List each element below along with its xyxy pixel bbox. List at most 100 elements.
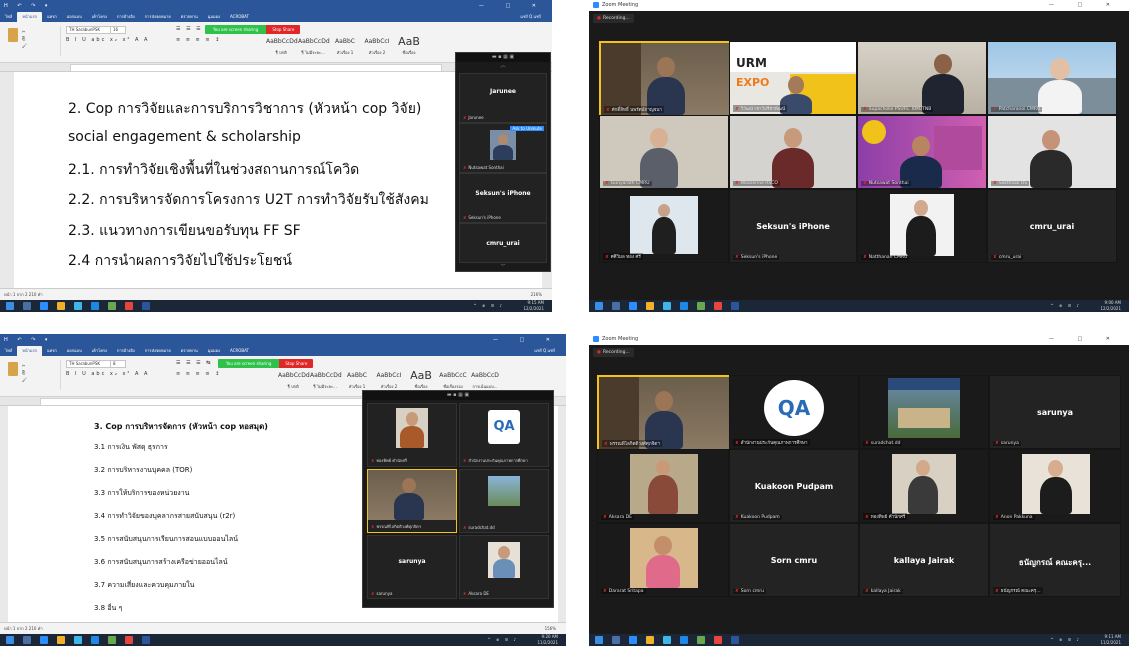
- start-icon[interactable]: [595, 636, 603, 644]
- participant-tile[interactable]: URM EXPO ✘ วิวัฒน์ เชาว์ปรีชาพัฒน์: [729, 41, 857, 115]
- style-item[interactable]: AaBbCcD การเน้นแบบ...: [470, 370, 500, 392]
- system-clock[interactable]: ^ ⊕ ☰ ♪ 9:00 AM 12/2/2021: [1050, 300, 1121, 312]
- tray-icons[interactable]: ^ ⊕ ☰ ♪: [473, 303, 504, 309]
- tab-insert[interactable]: แทรก: [42, 12, 62, 22]
- font-size-box[interactable]: 16: [110, 26, 126, 34]
- mail-icon[interactable]: [680, 302, 688, 310]
- stop-share-button[interactable]: Stop Share: [279, 359, 314, 368]
- zoom-gallery-panel[interactable]: ▬ ▪ ▦ ▣ ︿ Jarunee ✘ Jarunee Ask to Unmute…: [455, 52, 551, 272]
- quick-access-toolbar[interactable]: H ↶ ↷ ▾: [4, 0, 51, 12]
- paste-icon[interactable]: [8, 28, 18, 42]
- zoom-level[interactable]: 156%: [545, 623, 556, 634]
- panel-tile[interactable]: ✘ Aksara DE: [459, 535, 549, 599]
- panel-tile[interactable]: Ask to Unmute ✘ Nutsawat Sonthai: [459, 123, 547, 173]
- paragraph-row-2[interactable]: ≡ ≡ ≡ ≡ ↕: [176, 37, 221, 43]
- app-icon[interactable]: [697, 636, 705, 644]
- zoom-app-icon[interactable]: [40, 302, 48, 310]
- start-icon[interactable]: [6, 636, 14, 644]
- tab-acrobat[interactable]: ACROBAT: [225, 346, 254, 356]
- zoom-gallery-panel[interactable]: ▬ ▪ ▦ ▣ ✘ ทองทิพย์ คำนักศรี QA ✘ สำนักงานป…: [362, 390, 554, 608]
- participant-tile[interactable]: ✘ ทองทิพย์ คำนักศรี: [859, 449, 989, 523]
- edge-icon[interactable]: [74, 302, 82, 310]
- tab-layout[interactable]: เค้าโครง: [87, 12, 112, 22]
- word-icon[interactable]: [731, 636, 739, 644]
- zoom-app-icon[interactable]: [629, 636, 637, 644]
- mail-icon[interactable]: [91, 302, 99, 310]
- participant-tile[interactable]: ✘ Wasserine RSCO: [729, 115, 857, 189]
- stop-share-button[interactable]: Stop Share: [266, 25, 301, 34]
- start-icon[interactable]: [6, 302, 14, 310]
- style-item[interactable]: AaBbCcDd ¶ ปกติ: [266, 36, 298, 58]
- style-item[interactable]: AaBbCcDd ¶ ไม่มีระยะ...: [298, 36, 330, 58]
- paragraph-row-1[interactable]: ☰ ☰ ☰ ↹: [176, 360, 212, 366]
- file-explorer-icon[interactable]: [646, 302, 654, 310]
- font-name-box[interactable]: TH SarabunPSK: [66, 360, 112, 368]
- task-view-icon[interactable]: [23, 636, 31, 644]
- panel-tile[interactable]: cmru_urai: [459, 223, 547, 263]
- file-explorer-icon[interactable]: [57, 302, 65, 310]
- panel-tile[interactable]: ✘ suradchat.dd: [459, 469, 549, 533]
- tab-review[interactable]: ตรวจทาน: [176, 12, 203, 22]
- style-item[interactable]: AaBbCcC ชื่อเรื่องรอง: [438, 370, 468, 392]
- participant-tile[interactable]: ✘ Natthanan CMRU: [857, 189, 987, 263]
- style-item[interactable]: AaBbC หัวเรื่อง 1: [330, 36, 360, 58]
- tab-mailings[interactable]: การส่งจดหมาย: [140, 12, 176, 22]
- participant-tile[interactable]: ✘ พรรณพิไลกิตติวงศ์ศุภจิตฯ: [597, 375, 731, 451]
- start-icon[interactable]: [595, 302, 603, 310]
- zoom-level[interactable]: 216%: [531, 289, 542, 300]
- ask-to-unmute-button[interactable]: Ask to Unmute: [510, 126, 544, 131]
- system-clock[interactable]: ^ ⊕ ☰ ♪ 9:20 AM 11/2/2021: [487, 634, 558, 646]
- zoom-app-icon[interactable]: [40, 636, 48, 644]
- participant-tile[interactable]: ✘ Supachoke PSUFE. KMUTNB: [857, 41, 987, 115]
- app-icon[interactable]: [697, 302, 705, 310]
- participant-tile[interactable]: ✘ Aksara DE: [597, 449, 729, 523]
- paragraph-row-2[interactable]: ≡ ≡ ≡ ≡ ↕: [176, 371, 221, 377]
- tray-icons[interactable]: ^ ⊕ ☰ ♪: [1050, 303, 1081, 309]
- tab-layout[interactable]: เค้าโครง: [87, 346, 112, 356]
- edge-icon[interactable]: [74, 636, 82, 644]
- share-link[interactable]: แชร์ Q แชร์: [529, 346, 560, 356]
- mail-icon[interactable]: [680, 636, 688, 644]
- chrome-icon[interactable]: [125, 636, 133, 644]
- panel-tile-active[interactable]: ✘ พรรณพิไลกิตติวงศ์ศุภจิตฯ: [367, 469, 457, 533]
- system-clock[interactable]: ^ ⊕ ☰ ♪ 9:15 AM 12/2/2021: [473, 300, 544, 312]
- app-icon[interactable]: [108, 636, 116, 644]
- zoom-app-icon[interactable]: [629, 302, 637, 310]
- tab-mailings[interactable]: การส่งจดหมาย: [140, 346, 176, 356]
- file-explorer-icon[interactable]: [646, 636, 654, 644]
- tray-icons[interactable]: ^ ⊕ ☰ ♪: [487, 637, 518, 643]
- participant-tile[interactable]: sarunya ✘ sarunya: [989, 375, 1121, 449]
- window-controls[interactable]: — □ ✕: [479, 0, 546, 12]
- word-icon[interactable]: [142, 636, 150, 644]
- font-name-box[interactable]: TH SarabunPSK: [66, 26, 112, 34]
- participant-tile[interactable]: kallaya Jairak ✘ kallaya Jairak: [859, 523, 989, 597]
- tab-insert[interactable]: แทรก: [42, 346, 62, 356]
- tab-references[interactable]: การอ้างอิง: [112, 346, 140, 356]
- participant-tile[interactable]: ✘ Gunyarath CMRU: [599, 115, 729, 189]
- font-format-row[interactable]: B I U abc x₂ x² A A: [66, 371, 149, 377]
- tab-review[interactable]: ตรวจทาน: [176, 346, 203, 356]
- window-controls[interactable]: — □ ✕: [1049, 334, 1121, 345]
- participant-tile[interactable]: ✘ suradchat.dd: [859, 375, 989, 449]
- panel-tile[interactable]: Jarunee ✘ Jarunee: [459, 73, 547, 123]
- participant-tile[interactable]: ✘ Anon Pakkuna: [989, 449, 1121, 523]
- participant-tile[interactable]: Kuakoon Pudpam ✘ Kuakoon Pudpam: [729, 449, 859, 523]
- panel-toolbar[interactable]: ▬ ▪ ▦ ▣: [363, 391, 553, 400]
- tab-home[interactable]: หน้าแรก: [17, 346, 43, 356]
- tab-view[interactable]: มุมมอง: [203, 12, 225, 22]
- scroll-up-icon[interactable]: ︿: [456, 62, 550, 71]
- file-explorer-icon[interactable]: [57, 636, 65, 644]
- task-view-icon[interactable]: [612, 636, 620, 644]
- window-controls[interactable]: — □ ✕: [1049, 0, 1121, 11]
- chrome-icon[interactable]: [125, 302, 133, 310]
- task-view-icon[interactable]: [612, 302, 620, 310]
- panel-tile[interactable]: ✘ ทองทิพย์ คำนักศรี: [367, 403, 457, 467]
- style-item[interactable]: AaBbC หัวเรื่อง 1: [342, 370, 372, 392]
- participant-tile[interactable]: ✘ Patcharanoi CMRU: [987, 41, 1117, 115]
- participant-tile[interactable]: QA ✘ สำนักงานประกันคุณภาพการศึกษา: [729, 375, 859, 449]
- style-item[interactable]: AaB ชื่อเรื่อง: [394, 36, 424, 58]
- quick-access-toolbar[interactable]: H ↶ ↷ ▾: [4, 334, 51, 346]
- style-item[interactable]: AaB ชื่อเรื่อง: [406, 370, 436, 392]
- word-icon[interactable]: [142, 302, 150, 310]
- font-format-row[interactable]: B I U abc x₂ x² A A: [66, 37, 149, 43]
